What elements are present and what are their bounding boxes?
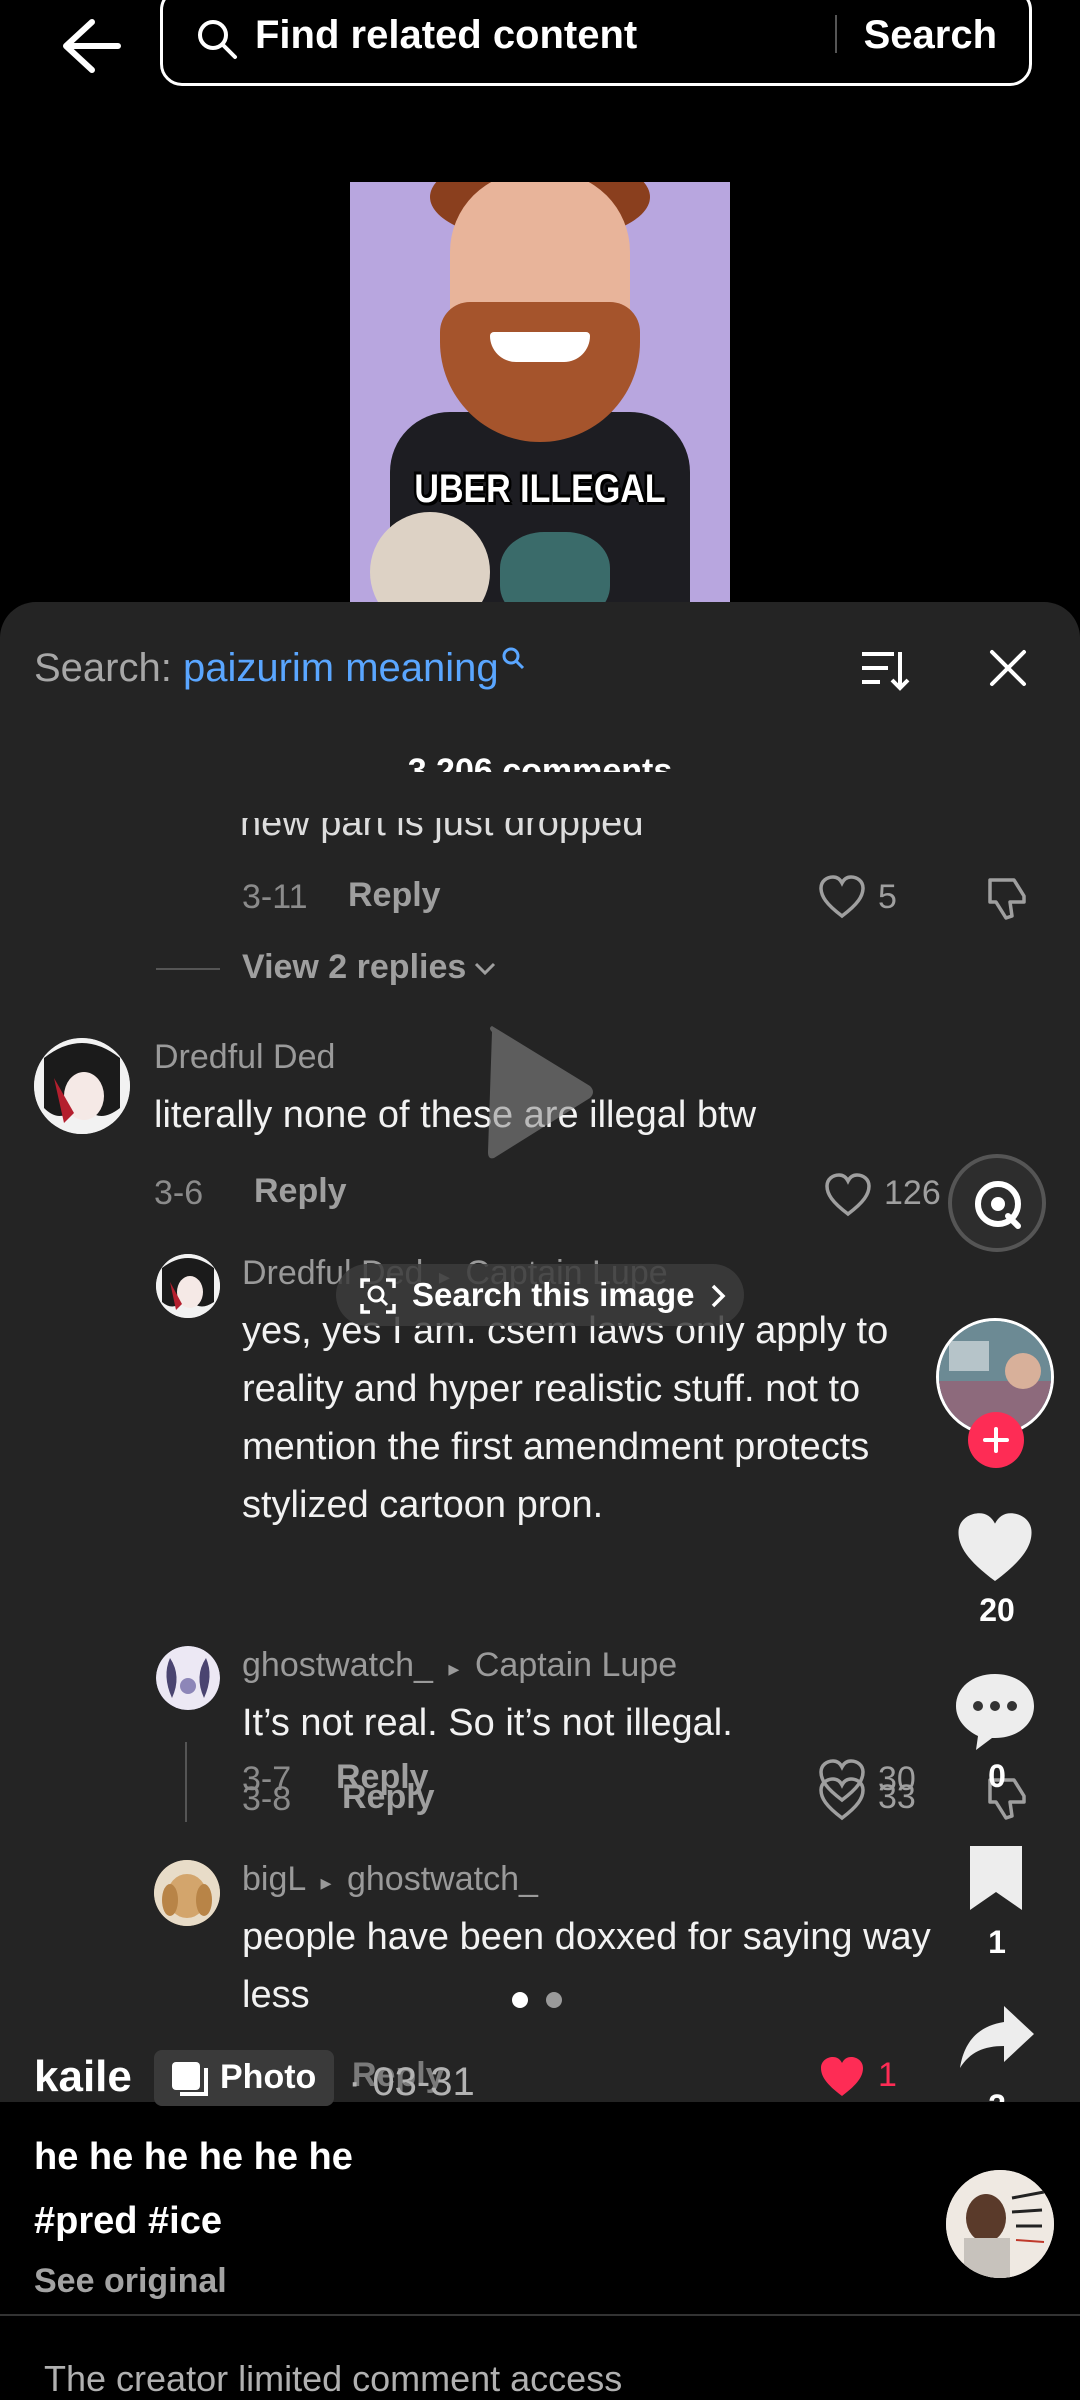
bookmark-icon[interactable] <box>966 1842 1026 1914</box>
post-hashtags[interactable]: #pred #ice <box>34 2200 222 2243</box>
thumbnail-caption: UBER ILLEGAL <box>414 467 666 511</box>
comment-count-rail: 0 <box>988 1758 1006 1794</box>
comment-text: It’s not real. So it’s not illegal. <box>242 1702 733 1744</box>
search-button[interactable]: Search <box>864 13 997 58</box>
play-icon[interactable] <box>482 1022 598 1162</box>
heart-icon[interactable] <box>824 1172 872 1218</box>
comment-date: 3-8 <box>242 1780 292 1818</box>
reply-button[interactable]: Reply <box>342 1778 435 1817</box>
search-term-header[interactable]: Search: paizurim meaning <box>34 646 527 691</box>
thread-line <box>185 1742 187 1822</box>
avatar[interactable] <box>34 1038 130 1134</box>
back-button[interactable] <box>52 10 122 80</box>
reply-to-username[interactable]: Captain Lupe <box>475 1646 677 1684</box>
music-avatar-art <box>946 2170 1054 2278</box>
thumbnail-toy <box>500 532 610 602</box>
plus-icon <box>983 1427 1009 1453</box>
comment-date: 3-6 <box>154 1174 204 1212</box>
comment-text-line: less <box>242 1974 310 2016</box>
search-label: Search: <box>34 646 183 690</box>
find-related-button[interactable] <box>948 1154 1046 1252</box>
chevron-down-icon <box>475 962 496 976</box>
post-date: · 03-31 <box>348 2060 475 2104</box>
comment-text-line: mention the first amendment protects <box>242 1426 870 1468</box>
post-caption-line: he he he he he he <box>34 2136 353 2178</box>
avatar[interactable] <box>154 1860 220 1926</box>
heart-icon[interactable] <box>818 874 866 920</box>
photo-stack-icon <box>172 2062 208 2096</box>
comment-username[interactable]: ghostwatch_ <box>242 1646 433 1684</box>
search-icon <box>198 20 237 59</box>
replies-line <box>156 968 220 970</box>
arrow-left-icon <box>63 19 121 73</box>
like-count: 1 <box>878 2056 897 2094</box>
related-search-icon <box>975 1181 1021 1229</box>
like-count: 5 <box>878 878 897 916</box>
carousel-dot-active <box>512 1992 528 2008</box>
comment-text-line: stylized cartoon pron. <box>242 1484 604 1526</box>
comment-text: yes, yes I am. csem laws only apply to r… <box>242 1302 982 1534</box>
heart-icon[interactable] <box>818 1776 866 1822</box>
chevron-right-icon <box>711 1284 726 1308</box>
search-term-link[interactable]: paizurim meaning <box>183 646 499 690</box>
thumbnail-mouth <box>490 332 590 362</box>
carousel-dots <box>512 1992 572 2012</box>
save-count-rail: 1 <box>988 1924 1006 1960</box>
search-divider <box>835 15 837 53</box>
music-avatar[interactable] <box>946 2170 1054 2278</box>
separator <box>0 2314 1080 2316</box>
carousel-dot <box>546 1992 562 2008</box>
comment-username[interactable]: bigL <box>242 1860 305 1898</box>
avatar[interactable] <box>156 1254 220 1318</box>
avatar-art <box>156 1254 220 1318</box>
comment-username-line: bigL ▸ ghostwatch_ <box>242 1860 538 1899</box>
image-search-icon <box>360 1278 396 1314</box>
like-count-rail: 20 <box>979 1592 1015 1628</box>
comment-text: literally none of these are illegal btw <box>154 1094 757 1136</box>
like-count: 126 <box>884 1174 941 1212</box>
comment-username-line: ghostwatch_ ▸ Captain Lupe <box>242 1646 677 1685</box>
comments-panel: Search: paizurim meaning 3,206 comments … <box>0 602 1080 2102</box>
see-original-link[interactable]: See original <box>34 2262 227 2301</box>
scroll-mask <box>0 772 1080 818</box>
reply-button[interactable]: Reply <box>348 876 441 915</box>
search-input[interactable]: Find related content <box>255 13 637 58</box>
limited-comments-notice: The creator limited comment access <box>44 2358 623 2399</box>
search-small-icon <box>502 647 524 670</box>
reply-button[interactable]: Reply <box>254 1172 347 1211</box>
view-replies-label: View 2 replies <box>242 948 467 986</box>
reply-arrow-icon: ▸ <box>320 1870 332 1895</box>
follow-button[interactable] <box>968 1412 1024 1468</box>
comment-text-line: reality and hyper realistic stuff. not t… <box>242 1368 861 1410</box>
search-this-image-button[interactable]: Search this image <box>336 1264 744 1326</box>
view-replies-button[interactable]: View 2 replies <box>242 948 498 987</box>
like-heart-icon[interactable] <box>952 1508 1038 1588</box>
avatar[interactable] <box>156 1646 220 1710</box>
heart-filled-icon[interactable] <box>818 2054 866 2100</box>
photo-badge: Photo <box>154 2050 334 2106</box>
comment-date: 3-11 <box>242 878 308 916</box>
comment-text-line: people have been doxxed for saying way <box>242 1916 931 1958</box>
photo-badge-label: Photo <box>220 2058 317 2096</box>
close-icon[interactable] <box>986 646 1030 690</box>
author-name[interactable]: kaile <box>34 2052 132 2102</box>
share-arrow-icon[interactable] <box>956 2002 1038 2074</box>
avatar-art <box>154 1860 220 1926</box>
reply-arrow-icon: ▸ <box>448 1656 460 1681</box>
comment-username[interactable]: Dredful Ded <box>154 1038 335 1077</box>
comment-text: people have been doxxed for saying way l… <box>242 1908 1042 2024</box>
reply-to-username[interactable]: ghostwatch_ <box>347 1860 538 1898</box>
search-this-image-label: Search this image <box>412 1276 695 1313</box>
like-count: 33 <box>878 1778 916 1816</box>
search-bar[interactable]: Find related content Search <box>160 0 1032 86</box>
sort-icon[interactable] <box>860 648 912 694</box>
avatar-art <box>34 1038 130 1134</box>
avatar-art <box>156 1646 220 1710</box>
video-thumbnail[interactable]: UBER ILLEGAL <box>350 182 730 602</box>
comment-bubble-icon[interactable] <box>952 1670 1038 1752</box>
dislike-icon[interactable] <box>984 876 1030 922</box>
